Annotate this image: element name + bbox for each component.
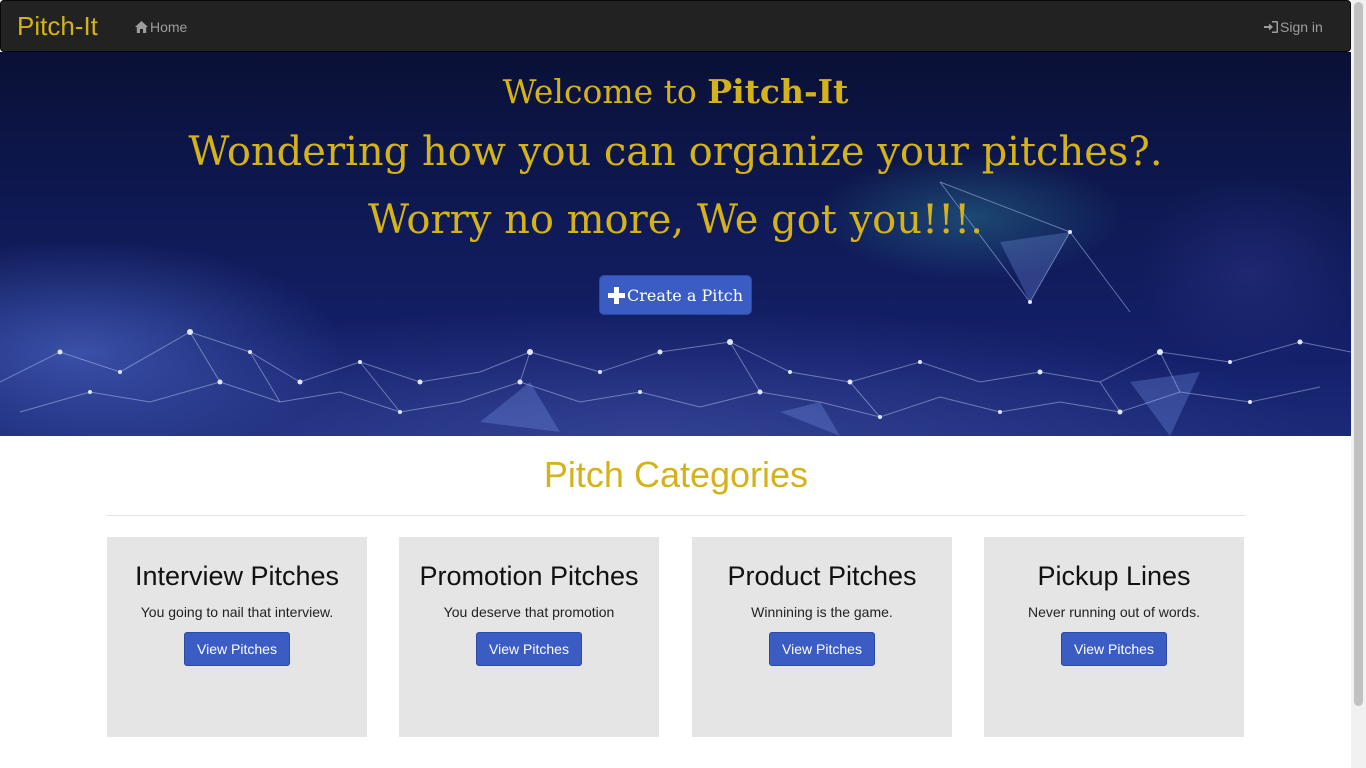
view-pitches-button[interactable]: View Pitches	[184, 632, 290, 666]
nav-home-label: Home	[150, 19, 188, 35]
plus-icon	[607, 286, 625, 304]
category-title: Interview Pitches	[134, 561, 340, 591]
category-description: You deserve that promotion	[443, 604, 615, 620]
hero-tagline: Wondering how you can organize your pitc…	[188, 129, 1163, 175]
hero-banner: Welcome to Pitch-It Wondering how you ca…	[0, 52, 1351, 436]
hero-welcome-heading: Welcome to Pitch-It	[0, 70, 1351, 114]
category-title: Product Pitches	[727, 561, 917, 591]
category-card-pickup: Pickup Lines Never running out of words.…	[984, 537, 1244, 737]
view-pitches-button[interactable]: View Pitches	[769, 632, 875, 666]
page-scrollbar[interactable]	[1351, 0, 1366, 768]
home-icon	[135, 21, 148, 33]
hero-welcome-prefix: Welcome to	[502, 72, 708, 111]
category-description: You going to nail that interview.	[140, 604, 334, 620]
navbar: Pitch-It Home Sign in	[0, 0, 1351, 52]
category-title: Pickup Lines	[1037, 561, 1191, 591]
create-pitch-label: Create a Pitch	[626, 285, 744, 305]
scrollbar-thumb[interactable]	[1354, 2, 1363, 706]
nav-signin-link[interactable]: Sign in	[1263, 17, 1323, 37]
view-pitches-button[interactable]: View Pitches	[1061, 632, 1167, 666]
hero-welcome-brand: Pitch-It	[707, 72, 849, 111]
category-card-promotion: Promotion Pitches You deserve that promo…	[399, 537, 659, 737]
view-pitches-button[interactable]: View Pitches	[476, 632, 582, 666]
brand-link[interactable]: Pitch-It	[17, 9, 98, 43]
category-description: Winnining is the game.	[751, 604, 893, 620]
category-card-product: Product Pitches Winnining is the game. V…	[692, 537, 952, 737]
nav-signin-label: Sign in	[1280, 19, 1323, 35]
category-card-interview: Interview Pitches You going to nail that…	[107, 537, 367, 737]
section-divider	[107, 515, 1245, 516]
pitch-categories-heading: Pitch Categories	[543, 454, 809, 495]
log-in-icon	[1264, 21, 1278, 33]
nav-home-link[interactable]: Home	[134, 17, 187, 37]
hero-subtagline: Worry no more, We got you!!!.	[368, 197, 983, 243]
category-title: Promotion Pitches	[419, 561, 639, 591]
create-pitch-button[interactable]: Create a Pitch	[599, 275, 752, 315]
category-description: Never running out of words.	[1028, 604, 1200, 620]
